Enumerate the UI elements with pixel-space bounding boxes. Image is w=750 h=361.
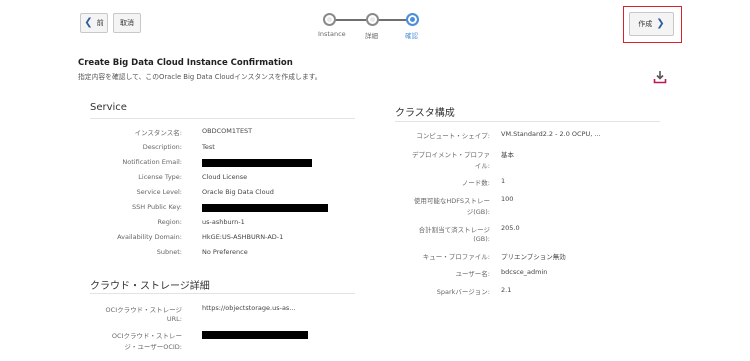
field-label: デプロイメント・プロファ (412, 151, 490, 159)
field-label: ノード数: (461, 179, 490, 187)
field-label: ジ・ユーザーOCID: (124, 343, 182, 351)
field-value: 基本 (501, 151, 514, 159)
field-label: インスタンス名: (134, 129, 182, 137)
field-label: OCIクラウド・ストレージ (105, 306, 182, 314)
field-value: us-ashburn-1 (202, 218, 245, 226)
field-label: SSH Public Key: (131, 203, 182, 211)
field-label: イル: (474, 162, 490, 170)
cancel-button-label: 取消 (120, 19, 134, 27)
field-value: Cloud License (202, 173, 248, 181)
field-value: VM.Standard2.2 - 2.0 OCPU, ... (501, 130, 601, 138)
train-label-confirm: 確認 (405, 32, 418, 40)
service-section-title: Service (90, 102, 127, 113)
page-subtitle: 指定内容を確認して、このOracle Big Data Cloudインスタンスを… (78, 73, 322, 81)
cancel-button[interactable]: 取消 (113, 13, 141, 33)
redacted-value (202, 204, 328, 212)
train-stop-details[interactable] (366, 13, 379, 26)
field-value: 1 (501, 177, 506, 185)
field-label: License Type: (138, 173, 182, 181)
field-value: OBDCOM1TEST (202, 127, 253, 135)
field-value: 2.1 (501, 286, 512, 294)
field-value: HkGE:US-ASHBURN-AD-1 (202, 233, 284, 241)
field-value: https://objectstorage.us-as... (202, 304, 296, 312)
train-connector (334, 19, 366, 21)
field-label: (GB): (473, 235, 490, 243)
field-label: Region: (157, 218, 182, 226)
field-label: Description: (142, 143, 182, 151)
step-train: Instance 詳細 確認 (318, 10, 430, 40)
storage-divider (90, 293, 355, 294)
field-label: Service Level: (136, 188, 182, 196)
field-label: ジ(GB): (466, 208, 490, 216)
field-label: キュー・プロファイル: (422, 253, 490, 261)
field-value: 205.0 (501, 224, 520, 232)
field-value: プリエンプション無効 (501, 253, 566, 261)
field-label: URL: (166, 315, 182, 323)
field-label: ユーザー名: (455, 270, 490, 278)
field-label: 使用可能なHDFSストレー (413, 197, 490, 205)
field-label: Sparkバージョン: (436, 288, 490, 296)
train-stop-instance[interactable] (323, 13, 336, 26)
storage-section-title: クラウド・ストレージ詳細 (90, 281, 210, 292)
create-button[interactable]: 作成 ❯ (629, 12, 674, 36)
field-value: 100 (501, 195, 514, 203)
back-button[interactable]: ❮ 前 (80, 13, 108, 33)
field-label: Subnet: (156, 248, 182, 256)
cluster-divider (395, 121, 660, 122)
train-label-instance: Instance (318, 30, 346, 38)
field-label: 合計割当て済ストレージ (418, 226, 490, 234)
redacted-value (202, 331, 308, 339)
train-label-details: 詳細 (365, 32, 378, 40)
download-icon[interactable] (652, 69, 668, 85)
chevron-right-icon: ❯ (656, 18, 665, 29)
back-button-label: 前 (96, 19, 104, 27)
field-label: Notification Email: (122, 158, 182, 166)
field-label: OCIクラウド・ストレー (111, 332, 182, 340)
field-value: bdcsce_admin (501, 268, 548, 276)
field-label: Availability Domain: (117, 233, 182, 241)
redacted-value (202, 159, 312, 167)
service-divider (90, 118, 355, 119)
create-button-label: 作成 (638, 20, 653, 28)
cluster-section-title: クラスタ構成 (395, 108, 455, 119)
field-value: Test (202, 143, 215, 151)
train-stop-confirm[interactable] (406, 13, 419, 26)
page-title: Create Big Data Cloud Instance Confirmat… (78, 58, 293, 68)
chevron-left-icon: ❮ (84, 17, 93, 28)
field-value: No Preference (202, 248, 248, 256)
field-label: コンピュート・シェイプ: (416, 132, 490, 140)
field-value: Oracle Big Data Cloud (202, 188, 274, 196)
